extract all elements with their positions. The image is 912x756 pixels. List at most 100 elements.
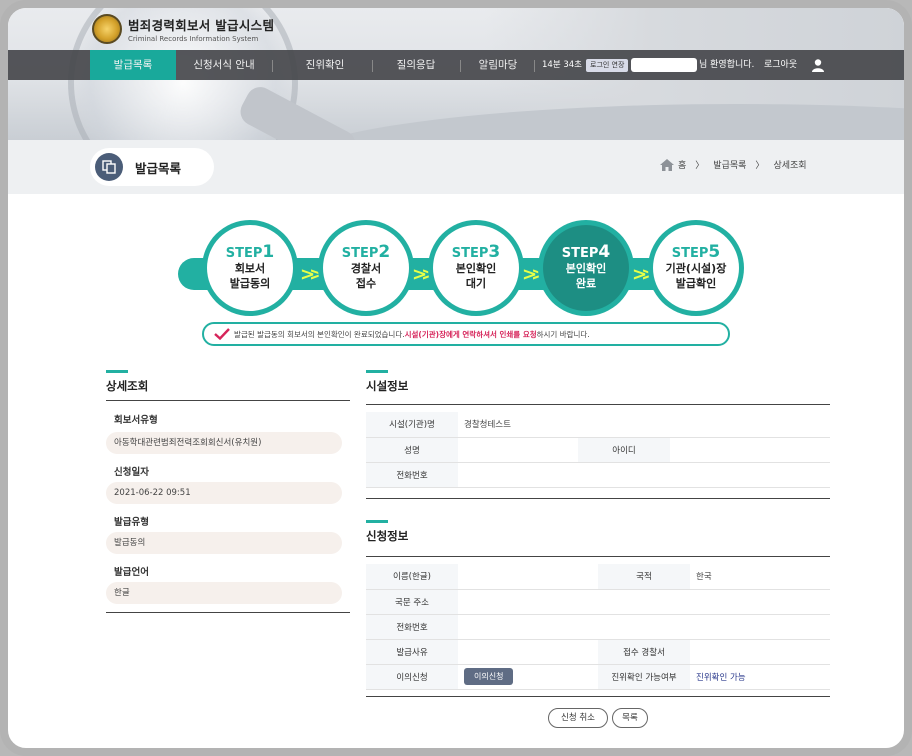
step-label: STEP — [671, 246, 709, 261]
nav-item-form-guide[interactable]: 신청서식 안내 — [180, 50, 268, 80]
home-icon[interactable] — [660, 158, 674, 171]
user-id-label: 아이디 — [578, 437, 670, 463]
nav-divider — [460, 60, 461, 72]
user-icon[interactable] — [805, 50, 831, 80]
step-title: 본인확인 — [455, 262, 497, 275]
verify-availability-label: 진위확인 가능여부 — [598, 664, 690, 690]
breadcrumb-current: 상세조회 — [773, 161, 807, 171]
breadcrumb: 홈 〉 발급목록 〉 상세조회 — [660, 158, 807, 171]
nav-divider — [272, 60, 273, 72]
welcome-text: 님 환영합니다. — [699, 60, 755, 70]
facility-table: 시설(기관)명 경찰청테스트 성명 아이디 전화번호 — [366, 412, 830, 488]
page-title: 발급목록 — [90, 148, 214, 186]
step-arrow-icon: >> — [300, 264, 324, 285]
nationality-value: 한국 — [690, 564, 830, 590]
step-title: 경찰서 — [350, 262, 382, 275]
breadcrumb-issue-list[interactable]: 발급목록 — [713, 158, 746, 171]
cancel-application-button[interactable]: 신청 취소 — [548, 708, 608, 728]
facility-name-label: 시설(기관)명 — [366, 412, 458, 438]
step-number: 4 — [598, 242, 611, 262]
page-title-text: 발급목록 — [135, 160, 182, 176]
police-station-label: 접수 경찰서 — [598, 639, 690, 665]
nav-divider — [534, 60, 535, 72]
issue-reason-value — [458, 639, 598, 665]
site-subtitle: Criminal Records Information System — [128, 35, 259, 43]
applicant-phone-value — [458, 614, 830, 640]
section-divider — [366, 498, 830, 499]
objection-cell: 이의신청 — [458, 664, 598, 690]
table-row: 이름(한글) 국적 한국 — [366, 564, 830, 590]
police-seal-icon — [92, 14, 122, 44]
section-accent — [366, 370, 388, 373]
table-row: 국문 주소 — [366, 589, 830, 615]
notice-text-end: 하시기 바랍니다. — [536, 329, 590, 339]
chevron-right-icon: 〉 — [755, 161, 765, 171]
nav-item-qna[interactable]: 질의응답 — [374, 50, 458, 80]
header-curve — [288, 104, 904, 140]
nav-divider — [372, 60, 373, 72]
nav-item-issue-list[interactable]: 발급목록 — [90, 50, 176, 80]
document-icon — [95, 153, 123, 181]
step-number: 5 — [708, 242, 721, 262]
table-row: 시설(기관)명 경찰청테스트 — [366, 412, 830, 438]
table-row: 전화번호 — [366, 462, 830, 488]
notice-text: 발급된 발급동의 회보서의 본인확인이 완료되었습니다. — [234, 329, 405, 339]
section-divider — [366, 696, 830, 697]
applicant-name-label: 이름(한글) — [366, 564, 458, 590]
step-5: STEP5 기관(시설)장 발급확인 — [648, 220, 744, 316]
facility-phone-label: 전화번호 — [366, 462, 458, 488]
status-notice: 발급된 발급동의 회보서의 본인확인이 완료되었습니다. 시설(기관)장에게 연… — [202, 322, 730, 346]
extend-login-button[interactable]: 로그인 연장 — [586, 59, 629, 72]
facility-name-value: 경찰청테스트 — [458, 412, 830, 438]
step-number: 2 — [378, 242, 391, 262]
section-divider — [106, 612, 350, 613]
step-title: 기관(시설)장 — [665, 262, 727, 275]
notice-highlight: 시설(기관)장에게 연락하셔서 인쇄를 요청 — [404, 329, 537, 339]
applicant-phone-label: 전화번호 — [366, 614, 458, 640]
issue-reason-label: 발급사유 — [366, 639, 458, 665]
facility-heading: 시설정보 — [366, 379, 409, 393]
objection-button[interactable]: 이의신청 — [464, 668, 514, 685]
step-subtitle: 발급확인 — [675, 277, 717, 290]
breadcrumb-home[interactable]: 홈 — [678, 158, 686, 171]
step-subtitle: 접수 — [355, 277, 377, 290]
step-number: 1 — [262, 242, 275, 262]
applicant-name-value — [458, 564, 598, 590]
site-logo[interactable]: 범죄경력회보서 발급시스템 Criminal Records Informati… — [92, 14, 274, 44]
objection-label: 이의신청 — [366, 664, 458, 690]
step-3: STEP3 본인확인 대기 — [428, 220, 524, 316]
checkmark-icon — [214, 328, 230, 340]
nav-item-verify[interactable]: 진위확인 — [280, 50, 370, 80]
nationality-label: 국적 — [598, 564, 690, 590]
issue-type-label: 발급유형 — [114, 517, 149, 528]
table-row: 전화번호 — [366, 614, 830, 640]
address-value — [458, 589, 830, 615]
report-type-label: 회보서유형 — [114, 415, 158, 426]
session-timer: 14분 34초 — [542, 60, 582, 70]
facility-phone-value — [458, 462, 830, 488]
apply-date-value: 2021-06-22 09:51 — [106, 482, 342, 504]
chevron-right-icon: 〉 — [695, 161, 705, 171]
issue-language-value: 한글 — [106, 582, 342, 604]
step-1: STEP1 회보서 발급동의 — [202, 220, 298, 316]
logout-link[interactable]: 로그아웃 — [764, 50, 797, 80]
section-divider — [366, 556, 830, 557]
user-name-masked — [631, 58, 697, 72]
issue-language-label: 발급언어 — [114, 567, 149, 578]
main-nav: 발급목록 신청서식 안내 진위확인 질의응답 알림마당 14분 34초 로그인 … — [8, 50, 904, 80]
application-heading: 신청정보 — [366, 529, 409, 543]
user-id-value — [670, 437, 830, 463]
person-name-value — [458, 437, 578, 463]
screenshot-frame: 범죄경력회보서 발급시스템 Criminal Records Informati… — [0, 0, 912, 756]
step-2: STEP2 경찰서 접수 — [318, 220, 414, 316]
nav-item-notice[interactable]: 알림마당 — [466, 50, 530, 80]
step-4-current: STEP4 본인확인 완료 — [538, 220, 634, 316]
section-divider — [366, 404, 830, 405]
list-button[interactable]: 목록 — [612, 708, 648, 728]
table-row: 성명 아이디 — [366, 437, 830, 463]
step-title: 회보서 — [234, 262, 266, 275]
person-name-label: 성명 — [366, 437, 458, 463]
verify-availability-value: 진위확인 가능 — [690, 664, 830, 690]
table-row: 이의신청 이의신청 진위확인 가능여부 진위확인 가능 — [366, 664, 830, 690]
step-label: STEP — [451, 246, 489, 261]
